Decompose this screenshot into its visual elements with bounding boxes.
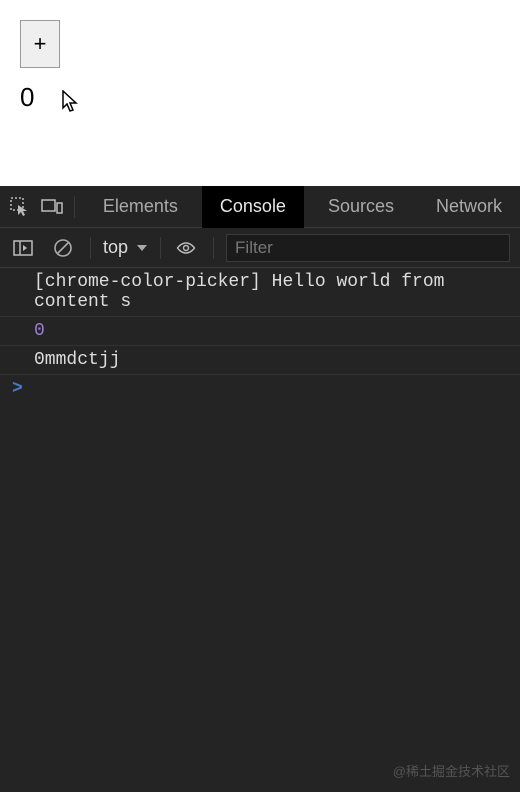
tab-sources[interactable]: Sources [310, 186, 412, 228]
live-expression-icon[interactable] [173, 235, 199, 261]
console-prompt[interactable]: > [0, 375, 520, 403]
inspect-element-icon[interactable] [8, 194, 32, 220]
prompt-caret-icon: > [12, 379, 23, 399]
toolbar-separator [160, 237, 161, 259]
tab-elements[interactable]: Elements [85, 186, 196, 228]
log-message: 0 [34, 321, 45, 341]
tab-separator [74, 196, 75, 218]
filter-input[interactable] [226, 234, 510, 262]
console-toolbar: top [0, 228, 520, 268]
toggle-sidebar-icon[interactable] [10, 235, 36, 261]
console-log-row: [chrome-color-picker] Hello world from c… [0, 268, 520, 316]
filter-container [226, 234, 510, 262]
execution-context-selector[interactable]: top [103, 237, 148, 258]
context-label: top [103, 237, 128, 258]
toolbar-separator [213, 237, 214, 259]
counter-value: 0 [20, 82, 500, 113]
clear-console-icon[interactable] [50, 235, 76, 261]
chevron-down-icon [136, 243, 148, 253]
console-log-row: 0mmdctjj [0, 346, 520, 375]
console-log-row: 0 [0, 316, 520, 346]
toolbar-separator [90, 237, 91, 259]
device-toolbar-icon[interactable] [40, 194, 64, 220]
log-message: [chrome-color-picker] Hello world from c… [34, 272, 512, 312]
tab-network[interactable]: Network [418, 186, 520, 228]
page-content: + 0 [0, 0, 520, 186]
console-output[interactable]: [chrome-color-picker] Hello world from c… [0, 268, 520, 792]
tab-console[interactable]: Console [202, 186, 304, 228]
log-message: 0mmdctjj [34, 350, 120, 370]
plus-button[interactable]: + [20, 20, 60, 68]
devtools-tabbar: Elements Console Sources Network [0, 186, 520, 228]
devtools-panel: Elements Console Sources Network top [ch… [0, 186, 520, 792]
watermark-text: @稀土掘金技术社区 [393, 761, 510, 780]
